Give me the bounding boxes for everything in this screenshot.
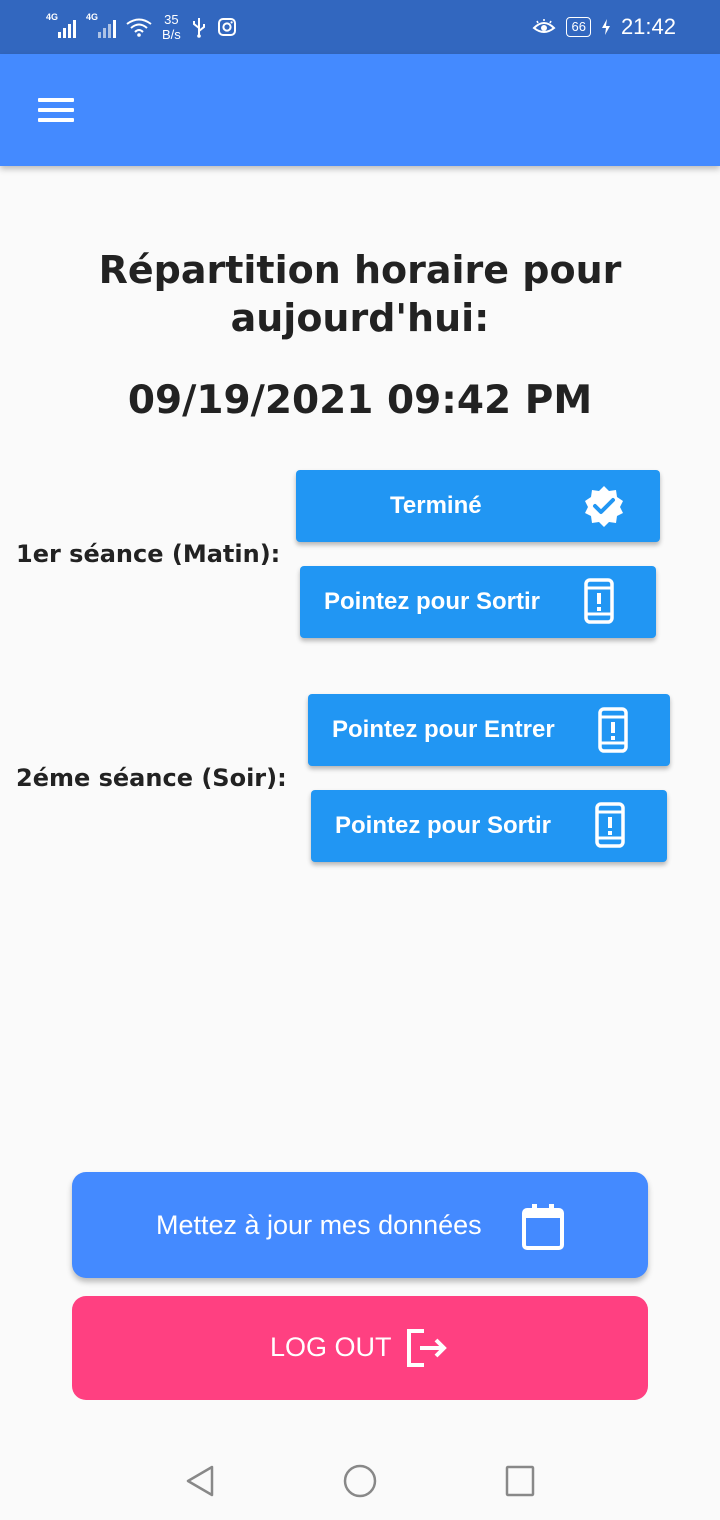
logout-button[interactable]: LOG OUT bbox=[72, 1296, 648, 1400]
current-datetime: 09/19/2021 09:42 PM bbox=[127, 378, 593, 423]
network-type-2: 4G bbox=[86, 12, 99, 22]
logout-icon bbox=[407, 1329, 447, 1367]
back-nav-icon[interactable] bbox=[184, 1464, 216, 1498]
speed-unit: B/s bbox=[162, 27, 181, 42]
wifi-icon bbox=[126, 18, 152, 37]
cell-signal-1-icon: 4G bbox=[46, 12, 76, 38]
phone-alert-icon bbox=[595, 802, 625, 848]
session-1-done-label: Terminé bbox=[390, 492, 482, 519]
app-bar bbox=[0, 54, 720, 166]
session-2-checkout-button[interactable]: Pointez pour Sortir bbox=[311, 790, 667, 862]
status-bar: 4G 4G 35 B/s 66 21:42 bbox=[0, 0, 720, 54]
session-1-label: 1er séance (Matin): bbox=[16, 540, 281, 568]
phone-alert-icon bbox=[584, 578, 614, 624]
status-time: 21:42 bbox=[620, 14, 676, 39]
session-2-checkin-button[interactable]: Pointez pour Entrer bbox=[308, 694, 670, 766]
usb-icon bbox=[192, 18, 205, 38]
update-data-label: Mettez à jour mes données bbox=[156, 1210, 482, 1240]
session-1-checkout-button[interactable]: Pointez pour Sortir bbox=[300, 566, 656, 638]
session-2-label: 2éme séance (Soir): bbox=[16, 764, 287, 792]
instagram-icon bbox=[217, 18, 236, 36]
session-1-checkout-label: Pointez pour Sortir bbox=[324, 588, 540, 615]
home-nav-icon[interactable] bbox=[342, 1464, 378, 1498]
logout-label: LOG OUT bbox=[270, 1332, 392, 1362]
cell-signal-2-icon: 4G bbox=[86, 12, 116, 38]
menu-icon[interactable] bbox=[38, 98, 74, 124]
eye-comfort-icon bbox=[532, 19, 556, 33]
network-type-1: 4G bbox=[46, 12, 59, 22]
verified-badge-icon bbox=[585, 486, 623, 527]
update-data-button[interactable]: Mettez à jour mes données bbox=[72, 1172, 648, 1278]
status-bar-left: 4G 4G 35 B/s bbox=[46, 12, 237, 42]
phone-alert-icon bbox=[598, 707, 628, 753]
session-1-done-button[interactable]: Terminé bbox=[296, 470, 660, 542]
network-speed: 35 B/s bbox=[162, 12, 181, 42]
status-bar-right: 66 21:42 bbox=[532, 14, 676, 40]
battery-level: 66 bbox=[566, 17, 591, 37]
charging-icon bbox=[601, 19, 610, 35]
page-title: Répartition horaire pour aujourd'hui: bbox=[98, 248, 622, 340]
system-nav-bar bbox=[0, 1440, 720, 1520]
recents-nav-icon[interactable] bbox=[504, 1464, 536, 1498]
session-2-checkin-label: Pointez pour Entrer bbox=[332, 716, 555, 743]
speed-value: 35 bbox=[164, 12, 179, 27]
session-2-checkout-label: Pointez pour Sortir bbox=[335, 812, 551, 839]
calendar-icon bbox=[522, 1204, 564, 1250]
